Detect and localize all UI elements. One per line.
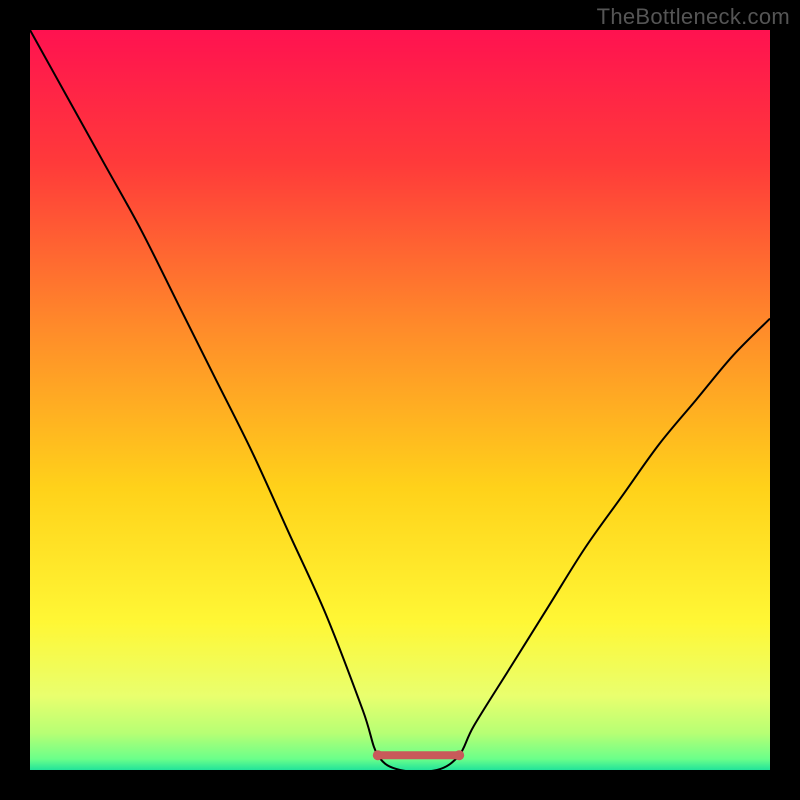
flat-region-dot-left [373,750,383,760]
watermark-text: TheBottleneck.com [597,4,790,30]
plot-area [30,30,770,770]
curve-path [30,30,770,772]
chart-frame: TheBottleneck.com [0,0,800,800]
bottleneck-curve [30,30,770,770]
flat-region-dot-right [454,750,464,760]
